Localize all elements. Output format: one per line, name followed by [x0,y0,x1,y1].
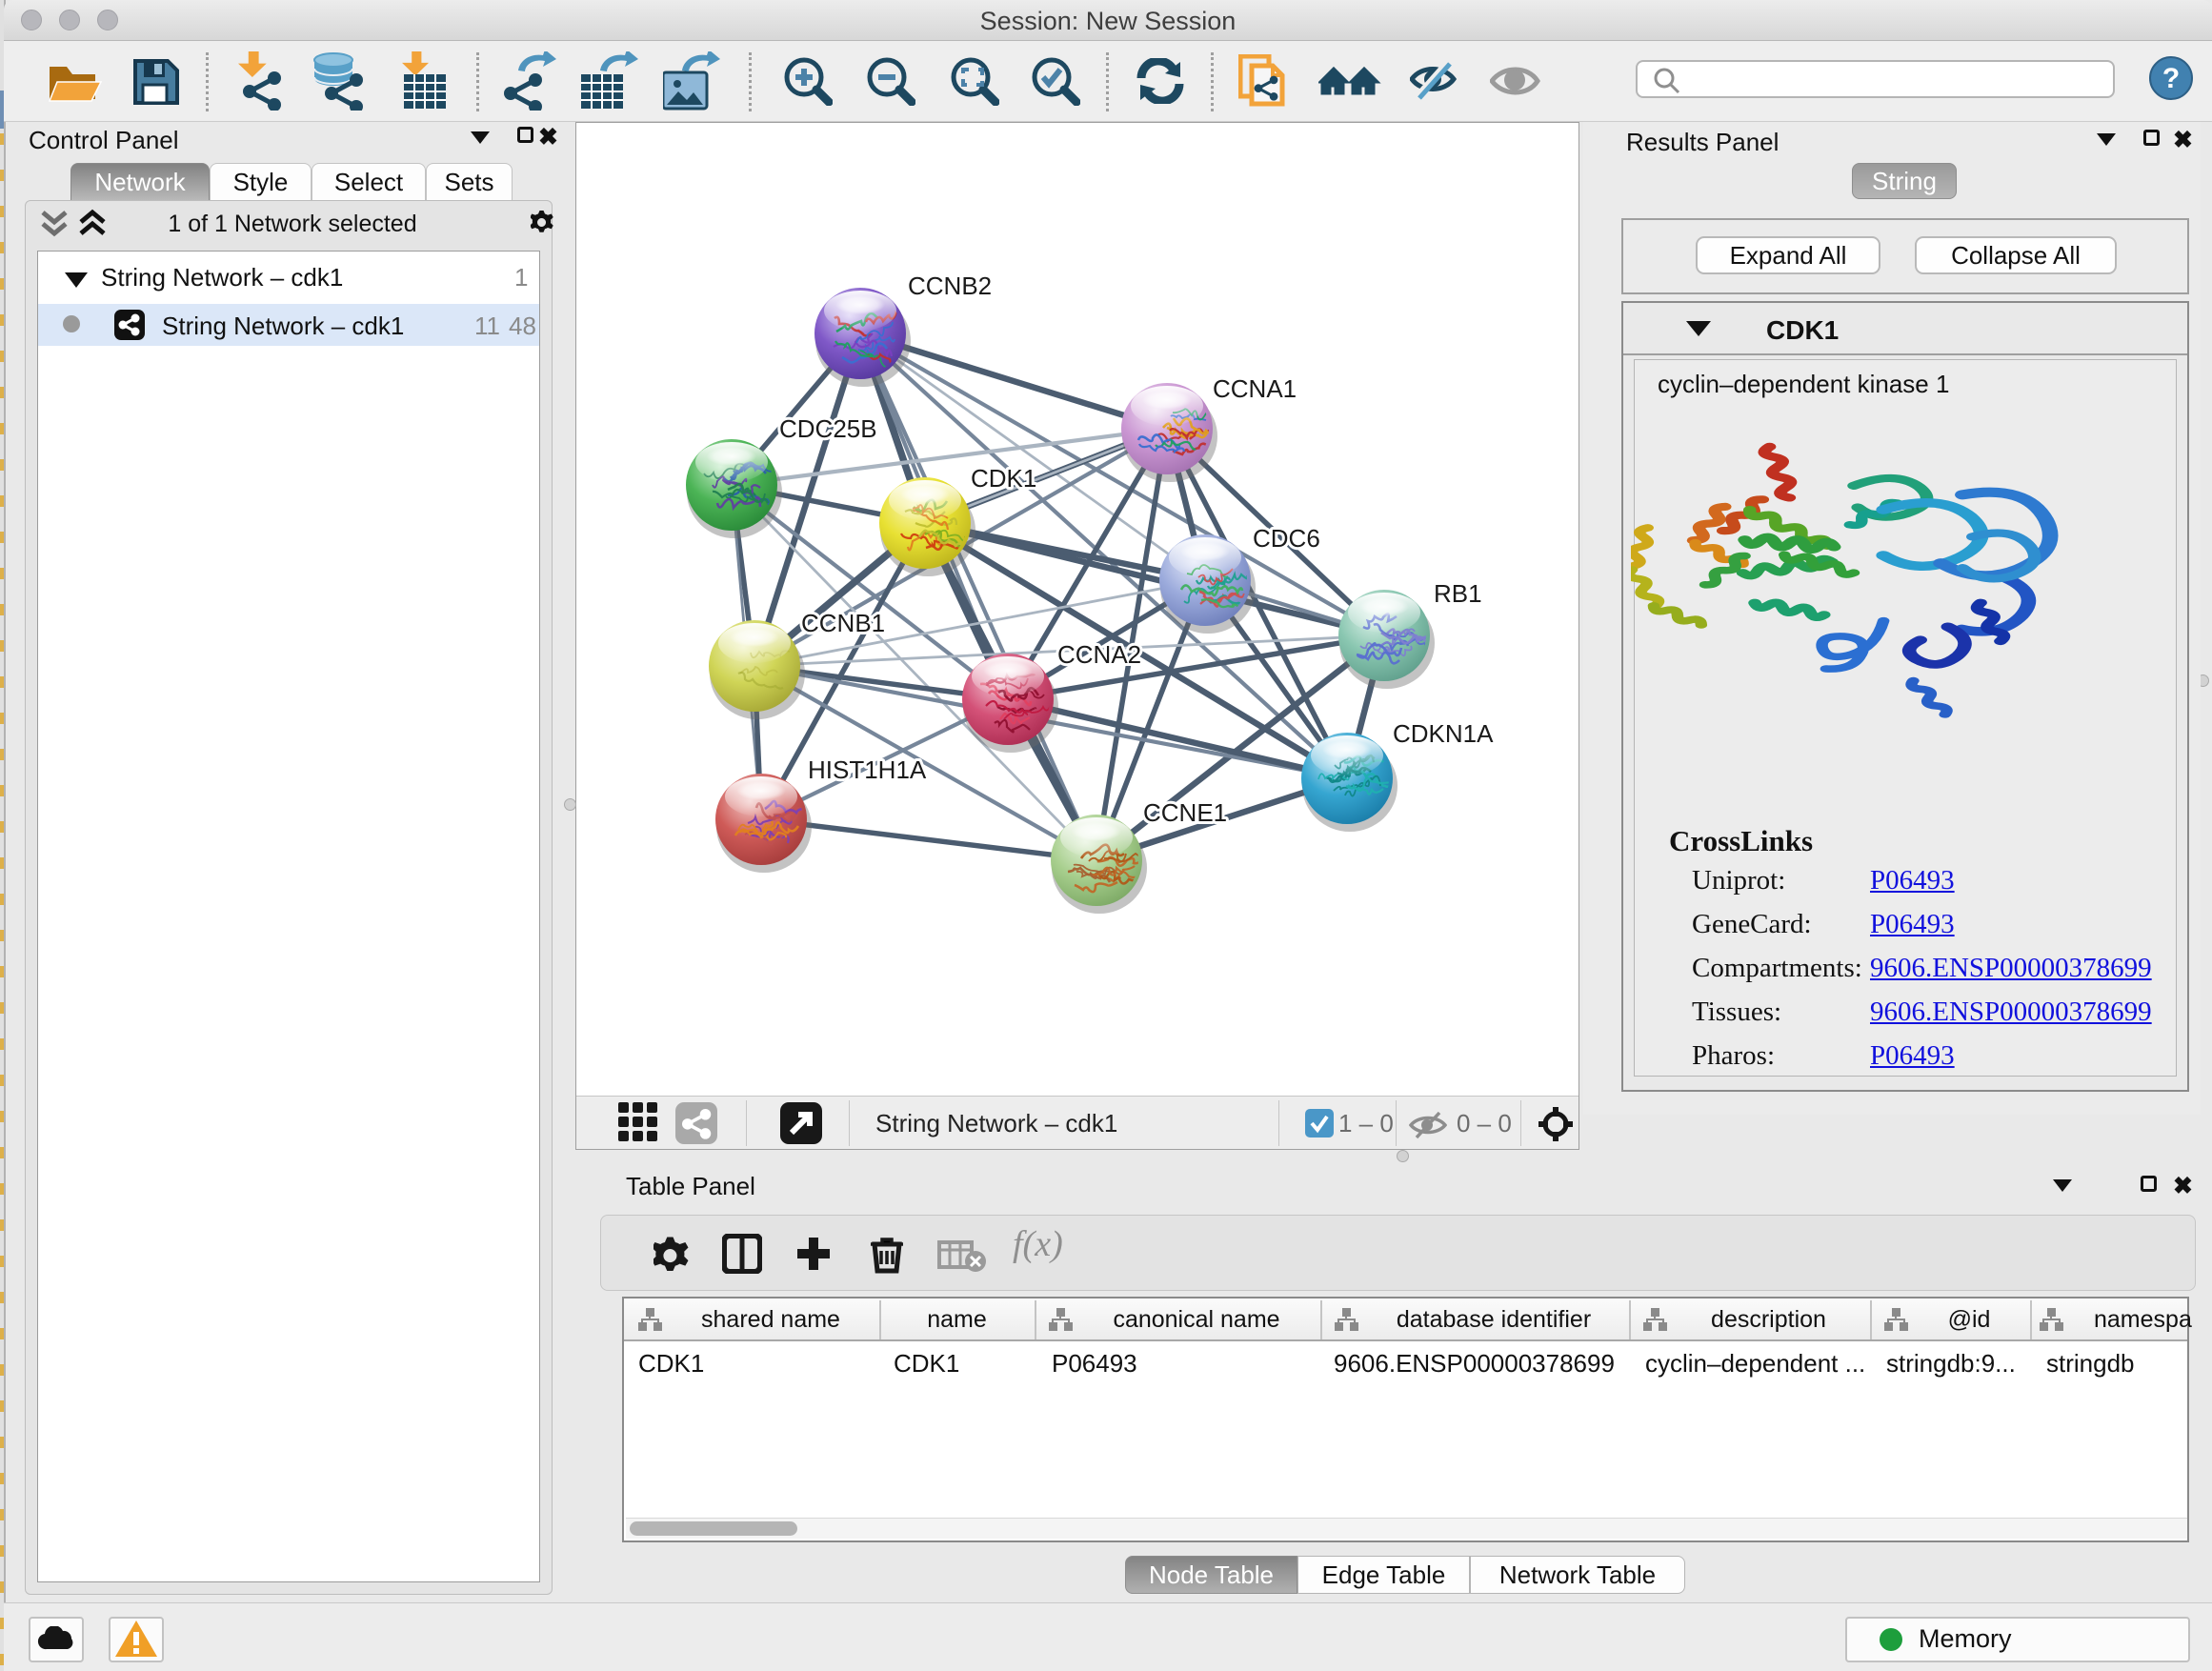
svg-text:CDK1: CDK1 [971,464,1036,493]
svg-text:CDC25B: CDC25B [779,414,877,443]
svg-text:RB1: RB1 [1434,579,1482,608]
svg-text:CCNE1: CCNE1 [1143,798,1227,827]
svg-text:CDC6: CDC6 [1253,524,1320,553]
svg-text:CCNA1: CCNA1 [1213,374,1297,403]
svg-text:HIST1H1A: HIST1H1A [808,755,927,784]
svg-text:CCNB1: CCNB1 [801,609,885,637]
svg-text:CDKN1A: CDKN1A [1393,719,1494,748]
svg-text:?: ? [2162,63,2180,94]
svg-text:CCNB2: CCNB2 [908,272,992,300]
svg-text:CCNA2: CCNA2 [1057,640,1141,669]
